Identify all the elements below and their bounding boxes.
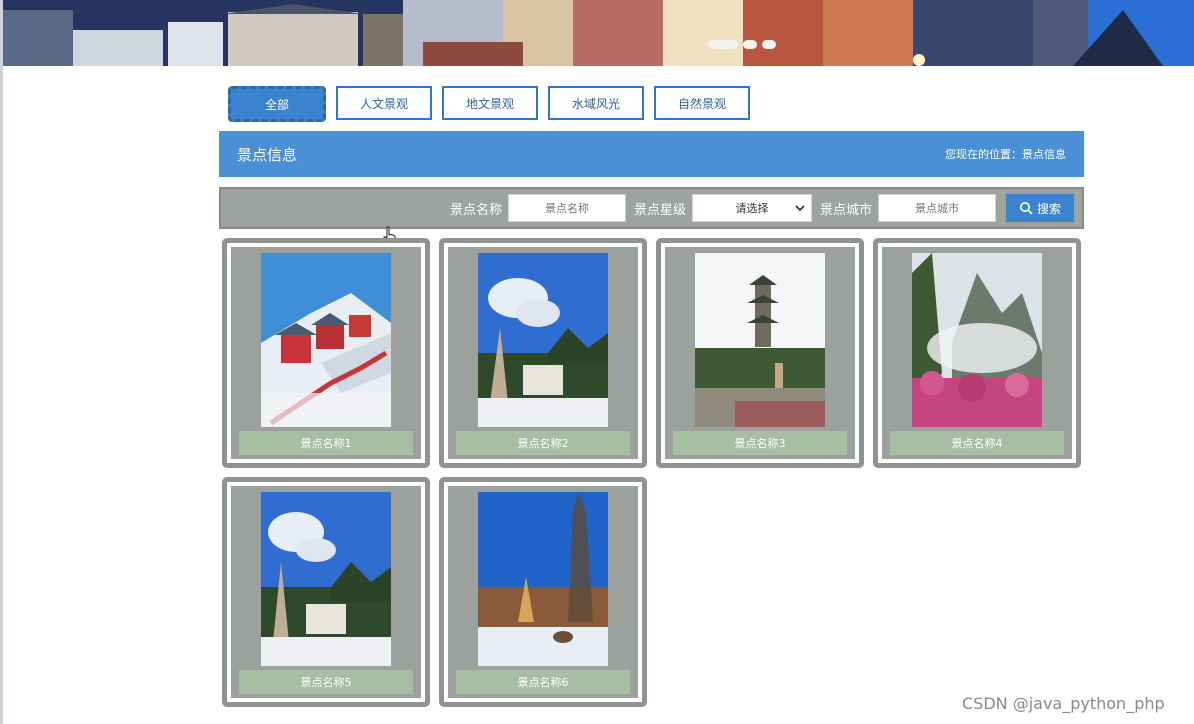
search-icon [1019, 202, 1033, 215]
attraction-name: 景点名称4 [890, 431, 1064, 455]
window-edge [0, 0, 3, 724]
card-frame: 景点名称1 [231, 247, 421, 459]
name-input[interactable] [507, 194, 626, 222]
attraction-card[interactable]: 景点名称4 [873, 238, 1081, 468]
attraction-name: 景点名称3 [673, 431, 847, 455]
carousel-dot[interactable] [743, 40, 757, 49]
breadcrumb: 您现在的位置：景点信息 [945, 148, 1066, 161]
attraction-card[interactable]: 景点名称6 [439, 477, 647, 707]
card-frame: 景点名称6 [448, 486, 638, 698]
winter-park-photo [478, 492, 608, 666]
card-frame: 景点名称4 [882, 247, 1072, 459]
snow-temple-photo [261, 253, 391, 427]
tab-cultural-landscape[interactable]: 人文景观 [336, 86, 432, 120]
card-frame: 景点名称3 [665, 247, 855, 459]
attraction-card[interactable]: 景点名称2 [439, 238, 647, 468]
carousel-dot[interactable] [762, 40, 776, 49]
section-header: 景点信息 您现在的位置：景点信息 [219, 131, 1084, 177]
carousel-indicators [708, 40, 776, 49]
star-select[interactable]: 请选择 [691, 194, 812, 222]
pagoda-photo [695, 253, 825, 427]
search-bar: 景点名称 景点星级 请选择 景点城市 搜索 [219, 187, 1084, 229]
search-button-label: 搜索 [1036, 201, 1061, 216]
misty-mountain-photo [912, 253, 1042, 427]
card-frame: 景点名称2 [448, 247, 638, 459]
star-select-value: 请选择 [735, 202, 769, 215]
attraction-name: 景点名称1 [239, 431, 413, 455]
search-button[interactable]: 搜索 [1006, 194, 1074, 222]
attraction-name: 景点名称6 [456, 670, 630, 694]
star-label: 景点星级 [633, 202, 686, 218]
tab-geographic-landscape[interactable]: 地文景观 [442, 86, 538, 120]
attraction-card[interactable]: 景点名称5 [222, 477, 430, 707]
chevron-down-icon [795, 205, 805, 212]
tab-natural-landscape[interactable]: 自然景观 [654, 86, 750, 120]
banner-image [3, 0, 1194, 66]
tab-water-scenery[interactable]: 水域风光 [548, 86, 644, 120]
attraction-name: 景点名称2 [456, 431, 630, 455]
watermark: CSDN @java_python_php [962, 694, 1165, 713]
attraction-card[interactable]: 景点名称1 [222, 238, 430, 468]
card-frame: 景点名称5 [231, 486, 421, 698]
attraction-name: 景点名称5 [239, 670, 413, 694]
stone-monument-photo [478, 253, 608, 427]
attraction-card[interactable]: 景点名称3 [656, 238, 864, 468]
page: 全部 人文景观 地文景观 水域风光 自然景观 景点信息 您现在的位置：景点信息 … [0, 0, 1194, 724]
section-title: 景点信息 [237, 145, 298, 164]
stone-monument-photo [261, 492, 391, 666]
category-tabs: 全部 人文景观 地文景观 水域风光 自然景观 [228, 86, 750, 122]
carousel-dot-active[interactable] [708, 40, 738, 49]
name-label: 景点名称 [449, 202, 502, 218]
city-label: 景点城市 [819, 202, 872, 218]
city-input[interactable] [878, 194, 996, 222]
banner-carousel[interactable] [3, 0, 1194, 66]
tab-all[interactable]: 全部 [228, 86, 326, 122]
